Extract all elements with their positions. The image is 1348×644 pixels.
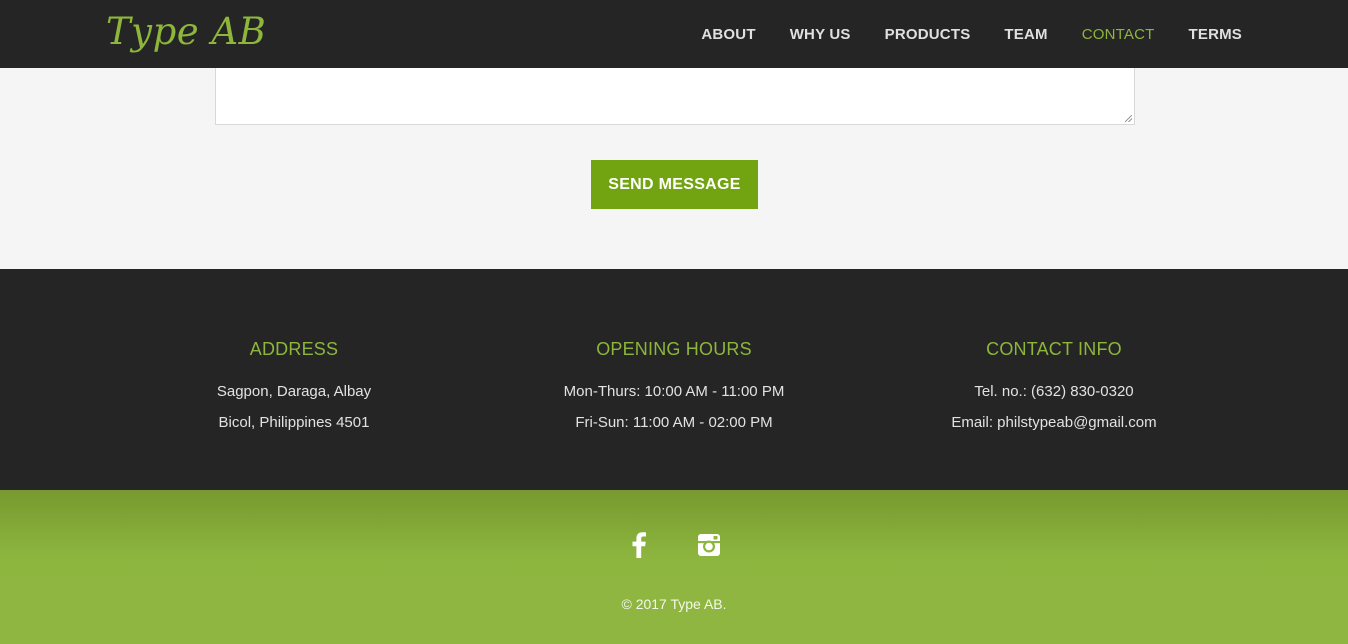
address-title: ADDRESS [249, 339, 339, 359]
info-section: ADDRESS Sagpon, Daraga, Albay Bicol, Phi… [0, 269, 1348, 490]
hours-line-2: Fri-Sun: 11:00 AM - 02:00 PM [575, 414, 773, 431]
opening-hours-title: OPENING HOURS [596, 339, 752, 359]
site-logo[interactable]: Type AB [106, 10, 266, 53]
main-nav: ABOUT WHY US PRODUCTS TEAM CONTACT TERMS [701, 0, 1348, 68]
nav-contact[interactable]: CONTACT [1082, 26, 1155, 43]
facebook-icon[interactable] [627, 531, 651, 559]
email-line: Email: philstypeab@gmail.com [951, 414, 1157, 431]
address-line-1: Sagpon, Daraga, Albay [216, 383, 372, 400]
nav-why-us[interactable]: WHY US [790, 26, 851, 43]
nav-about[interactable]: ABOUT [701, 26, 755, 43]
nav-products[interactable]: PRODUCTS [885, 26, 971, 43]
social-links [0, 531, 1348, 559]
footer: © 2017 Type AB. [0, 490, 1348, 644]
address-line-2: Bicol, Philippines 4501 [218, 414, 370, 431]
nav-terms[interactable]: TERMS [1189, 26, 1243, 43]
contact-info-column: CONTACT INFO Tel. no.: (632) 830-0320 Em… [864, 339, 1244, 438]
resize-handle-icon[interactable] [1125, 115, 1132, 122]
contact-form: SEND MESSAGE [0, 68, 1348, 269]
contact-info-title: CONTACT INFO [986, 339, 1122, 359]
address-column: ADDRESS Sagpon, Daraga, Albay Bicol, Phi… [104, 339, 484, 438]
nav-team[interactable]: TEAM [1004, 26, 1047, 43]
copyright-text: © 2017 Type AB. [621, 596, 727, 612]
hours-line-1: Mon-Thurs: 10:00 AM - 11:00 PM [563, 383, 785, 400]
phone-line: Tel. no.: (632) 830-0320 [974, 383, 1134, 400]
instagram-icon[interactable] [697, 531, 721, 559]
send-message-button[interactable]: SEND MESSAGE [591, 160, 758, 209]
opening-hours-column: OPENING HOURS Mon-Thurs: 10:00 AM - 11:0… [484, 339, 864, 438]
message-textarea[interactable] [215, 68, 1135, 125]
navbar: Type AB ABOUT WHY US PRODUCTS TEAM CONTA… [0, 0, 1348, 68]
